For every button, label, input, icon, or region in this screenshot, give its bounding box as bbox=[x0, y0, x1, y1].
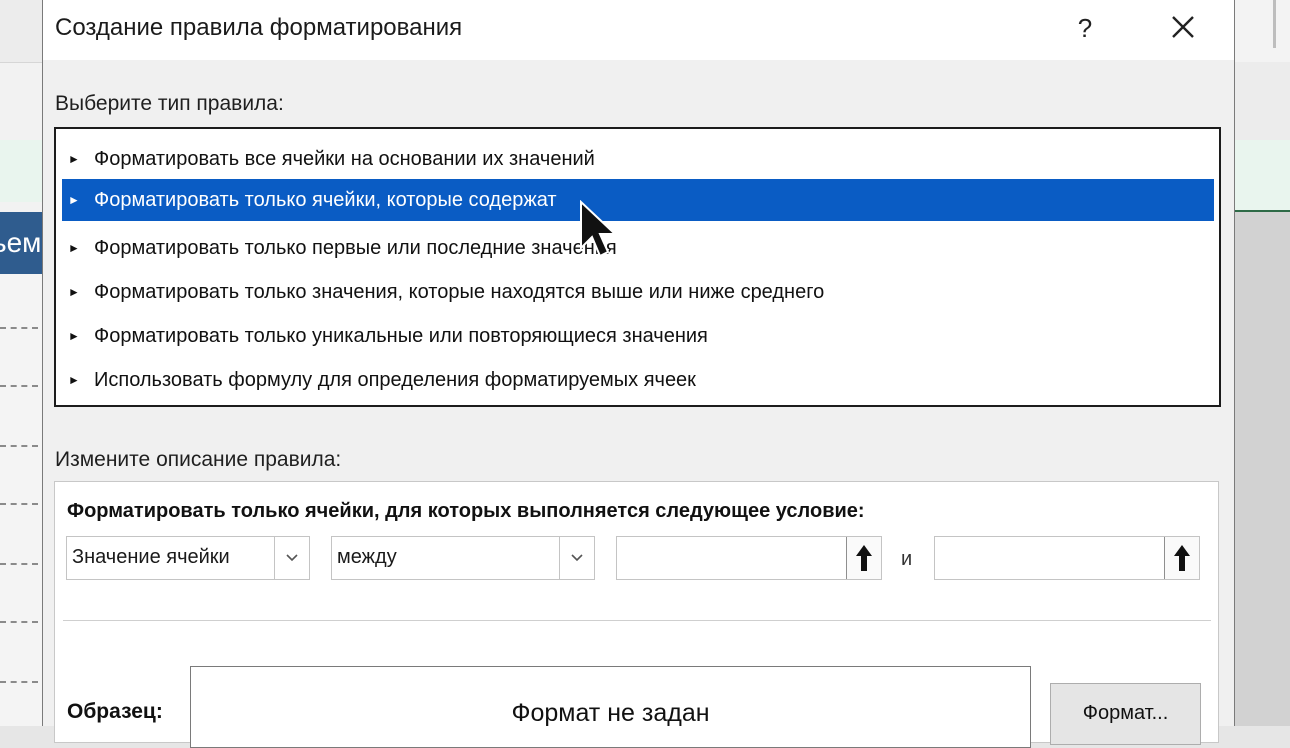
background-gridline bbox=[0, 503, 38, 505]
mouse-cursor-icon bbox=[580, 200, 618, 258]
rule-type-item[interactable]: ► Использовать формулу для определения фо… bbox=[62, 359, 1214, 401]
format-button-label: Формат... bbox=[1082, 702, 1169, 724]
dialog-titlebar: Создание правила форматирования ? bbox=[43, 0, 1234, 60]
chevron-down-icon[interactable] bbox=[559, 537, 594, 579]
close-icon bbox=[1172, 16, 1194, 38]
rule-type-item[interactable]: ► Форматировать только значения, которые … bbox=[62, 271, 1214, 313]
close-button[interactable] bbox=[1161, 8, 1205, 48]
rule-type-item-label: Форматировать только уникальные или повт… bbox=[94, 325, 708, 347]
background-ribbon bbox=[1233, 0, 1290, 62]
rule-type-list[interactable]: ► Форматировать все ячейки на основании и… bbox=[54, 127, 1221, 407]
background-gridline bbox=[0, 563, 38, 565]
operator-select[interactable]: между bbox=[331, 536, 595, 580]
and-label: и bbox=[901, 548, 913, 570]
background-grid bbox=[1233, 212, 1290, 726]
background-excel-left: ьем bbox=[0, 0, 42, 726]
background-gridline bbox=[0, 445, 38, 447]
rule-type-item-label: Форматировать только первые или последни… bbox=[94, 237, 617, 259]
format-button[interactable]: Формат... bbox=[1050, 683, 1201, 745]
collapse-dialog-button[interactable] bbox=[846, 537, 881, 579]
rule-type-item-label: Форматировать все ячейки на основании их… bbox=[94, 148, 595, 170]
field-select-value: Значение ячейки bbox=[72, 546, 230, 568]
format-preview: Формат не задан bbox=[190, 666, 1031, 748]
background-formula-band bbox=[1233, 140, 1290, 212]
rule-type-label: Выберите тип правила: bbox=[55, 92, 284, 115]
arrow-up-icon bbox=[856, 545, 872, 571]
chevron-down-icon[interactable] bbox=[274, 537, 309, 579]
dialog-title: Создание правила форматирования bbox=[55, 14, 463, 41]
background-sheet-header: ьем bbox=[0, 212, 42, 274]
background-grid bbox=[0, 274, 42, 726]
rule-type-item-label: Форматировать только значения, которые н… bbox=[94, 281, 825, 303]
rule-description-label: Измените описание правила: bbox=[55, 448, 342, 471]
rule-type-item-label: Форматировать только ячейки, которые сод… bbox=[94, 189, 557, 211]
new-formatting-rule-dialog: Создание правила форматирования ? Выбери… bbox=[42, 0, 1235, 748]
value1-input-wrap bbox=[616, 536, 882, 580]
item-arrow-icon: ► bbox=[68, 373, 80, 387]
value2-input-wrap bbox=[934, 536, 1200, 580]
background-gridline bbox=[0, 681, 38, 683]
background-ribbon bbox=[0, 0, 42, 63]
preview-text: Формат не задан bbox=[511, 699, 710, 727]
item-arrow-icon: ► bbox=[68, 329, 80, 343]
rule-type-item[interactable]: ► Форматировать только уникальные или пов… bbox=[62, 315, 1214, 357]
field-select[interactable]: Значение ячейки bbox=[66, 536, 310, 580]
background-gridline bbox=[0, 327, 38, 329]
rule-type-item[interactable]: ► Форматировать только первые или последн… bbox=[62, 227, 1214, 269]
sample-label: Образец: bbox=[67, 700, 163, 723]
item-arrow-icon: ► bbox=[68, 241, 80, 255]
item-arrow-icon: ► bbox=[68, 285, 80, 299]
item-arrow-icon: ► bbox=[68, 152, 80, 166]
arrow-up-icon bbox=[1174, 545, 1190, 571]
divider bbox=[63, 620, 1211, 621]
condition-title: Форматировать только ячейки, для которых… bbox=[67, 500, 865, 522]
background-gridline bbox=[0, 385, 38, 387]
background-excel-right bbox=[1233, 0, 1290, 726]
background-divider bbox=[1273, 0, 1276, 48]
rule-type-item[interactable]: ► Форматировать все ячейки на основании и… bbox=[62, 138, 1214, 180]
operator-select-value: между bbox=[337, 546, 397, 568]
rule-type-item-label: Использовать формулу для определения фор… bbox=[94, 369, 696, 391]
help-button[interactable]: ? bbox=[1067, 8, 1103, 48]
background-formula-band bbox=[0, 140, 42, 202]
background-gridline bbox=[0, 621, 38, 623]
rule-description-panel: Форматировать только ячейки, для которых… bbox=[54, 481, 1219, 748]
rule-type-item-selected[interactable]: ► Форматировать только ячейки, которые со… bbox=[62, 179, 1214, 221]
item-arrow-icon: ► bbox=[68, 193, 80, 207]
collapse-dialog-button[interactable] bbox=[1164, 537, 1199, 579]
